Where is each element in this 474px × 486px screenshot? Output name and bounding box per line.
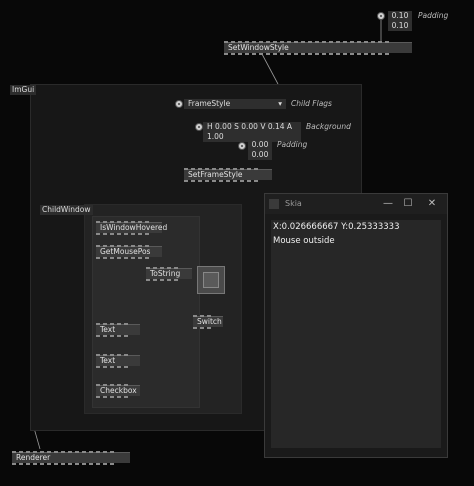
text-node-2[interactable]: Text — [96, 354, 140, 368]
mouse-status-text: Mouse outside — [273, 236, 335, 246]
get-mouse-pos-node[interactable]: GetMousePos — [96, 245, 162, 259]
text-node-1[interactable]: Text — [96, 323, 140, 337]
frame-style-pin-icon[interactable] — [175, 100, 183, 108]
text-node-1-label: Text — [100, 325, 116, 334]
padding-pin-icon[interactable] — [377, 12, 385, 20]
frame-padding-x-value[interactable]: 0.00 — [248, 140, 272, 150]
switch-node[interactable]: Switch — [193, 315, 223, 329]
checkbox-label: Checkbox — [100, 386, 137, 395]
get-mouse-pos-label: GetMousePos — [100, 247, 151, 256]
set-window-style-label: SetWindowStyle — [228, 43, 289, 52]
set-frame-style-label: SetFrameStyle — [188, 170, 243, 179]
renderer-label: Renderer — [16, 453, 51, 462]
background-color-field[interactable]: H 0.00 S 0.00 V 0.14 A 1.00 — [203, 122, 301, 142]
imgui-region-label: ImGui — [10, 85, 37, 95]
frame-style-label: FrameStyle — [188, 99, 231, 108]
padding-y-value[interactable]: 0.10 — [388, 21, 412, 31]
frame-padding-label: Padding — [277, 140, 308, 149]
padding-label: Padding — [418, 11, 449, 20]
app-icon — [269, 199, 279, 209]
checkbox-node[interactable]: Checkbox — [96, 384, 140, 398]
switch-label: Switch — [197, 317, 222, 326]
background-label: Background — [306, 122, 351, 131]
set-frame-style-node[interactable]: SetFrameStyle — [184, 168, 272, 182]
set-window-style-node[interactable]: SetWindowStyle — [224, 41, 412, 55]
skia-window-title: Skia — [285, 199, 302, 208]
close-icon[interactable]: ✕ — [417, 194, 447, 214]
background-pin-icon[interactable] — [195, 123, 203, 131]
frame-style-dropdown[interactable]: FrameStyle ▾ — [184, 99, 286, 109]
color-preview-swatch[interactable] — [197, 266, 225, 294]
padding-x-value[interactable]: 0.10 — [388, 11, 412, 21]
to-string-node[interactable]: ToString — [146, 267, 192, 281]
child-window-label: ChildWindow — [40, 205, 93, 215]
skia-title-bar[interactable]: Skia — ☐ ✕ — [265, 194, 447, 214]
child-flags-label: Child Flags — [291, 99, 332, 108]
renderer-node[interactable]: Renderer — [12, 451, 130, 465]
skia-window[interactable]: Skia — ☐ ✕ X:0.026666667 Y:0.25333333 Mo… — [264, 193, 448, 458]
text-node-2-label: Text — [100, 356, 116, 365]
to-string-label: ToString — [150, 269, 181, 278]
is-window-hovered-node[interactable]: IsWindowHovered — [96, 221, 167, 235]
frame-padding-pin-icon[interactable] — [238, 142, 246, 150]
is-window-hovered-label: IsWindowHovered — [100, 223, 168, 232]
mouse-position-text: X:0.026666667 Y:0.25333333 — [273, 222, 400, 232]
frame-padding-y-value[interactable]: 0.00 — [248, 150, 272, 160]
skia-canvas[interactable]: X:0.026666667 Y:0.25333333 Mouse outside — [271, 220, 441, 448]
chevron-down-icon: ▾ — [278, 99, 282, 108]
